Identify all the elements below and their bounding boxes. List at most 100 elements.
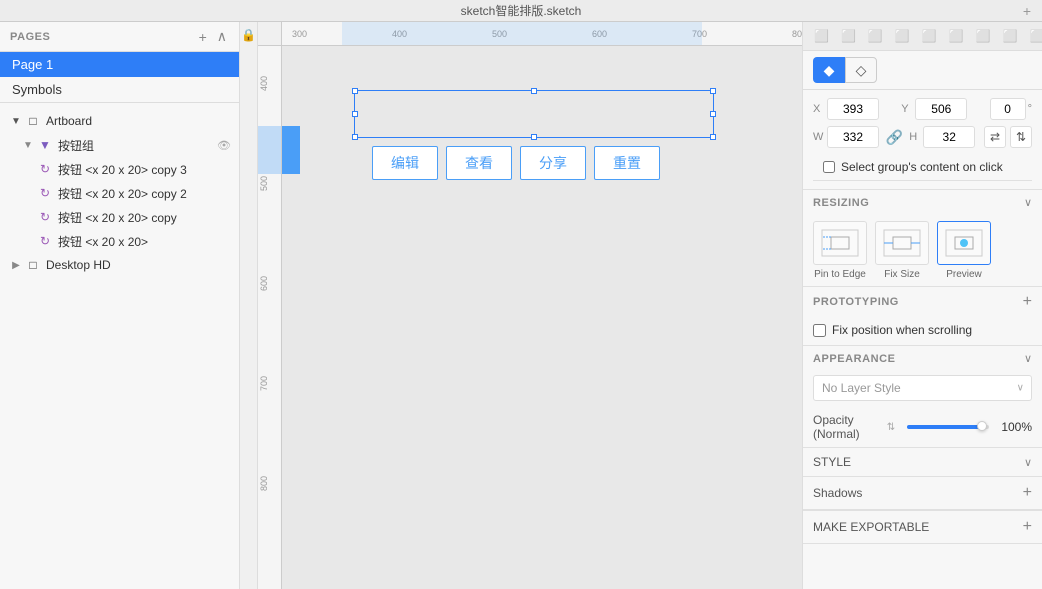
artboard-icon: □ bbox=[24, 112, 42, 130]
align-center-v-btn[interactable]: ⬜ bbox=[917, 26, 942, 46]
make-exportable-row[interactable]: MAKE EXPORTABLE + bbox=[803, 510, 1042, 544]
distribute-v-btn[interactable]: ⬜ bbox=[998, 26, 1023, 46]
handle-tl[interactable] bbox=[352, 88, 358, 94]
align-right-btn[interactable]: ⬜ bbox=[863, 26, 888, 46]
page-item-page1[interactable]: Page 1 bbox=[0, 52, 239, 77]
layer-row-btngroup[interactable]: ▼ ▼ 按钮组 👁 bbox=[0, 133, 239, 157]
make-exportable-add-icon[interactable]: + bbox=[1023, 518, 1032, 536]
preview-box[interactable] bbox=[937, 221, 991, 265]
align-center-h-btn[interactable]: ⬜ bbox=[836, 26, 861, 46]
opacity-label: Opacity (Normal) ⇅ bbox=[813, 413, 895, 441]
style-section-header[interactable]: STYLE ∨ bbox=[803, 447, 1042, 477]
fix-size-box[interactable] bbox=[875, 221, 929, 265]
pin-to-edge-option[interactable]: Pin to Edge bbox=[813, 221, 867, 280]
expand-icon[interactable]: ▶ bbox=[8, 257, 24, 273]
prototyping-add-icon[interactable]: + bbox=[1023, 293, 1032, 311]
handle-tm[interactable] bbox=[531, 88, 537, 94]
link-proportions-icon[interactable]: 🔗 bbox=[886, 129, 903, 146]
distribute-h-btn[interactable]: ⬜ bbox=[971, 26, 996, 46]
canvas-btn-view[interactable]: 查看 bbox=[446, 146, 512, 180]
handle-tr[interactable] bbox=[710, 88, 716, 94]
layer-row-btncopy3[interactable]: ↻ 按钮 <x 20 x 20> copy 3 bbox=[0, 157, 239, 181]
opacity-slider[interactable] bbox=[907, 425, 989, 429]
select-group-checkbox[interactable] bbox=[823, 161, 835, 173]
expand-icon[interactable]: ▼ bbox=[20, 137, 36, 153]
ruler-v-selection bbox=[258, 126, 281, 174]
handle-ml[interactable] bbox=[352, 111, 358, 117]
canvas-area[interactable]: 300 400 500 600 700 800 400 500 600 700 … bbox=[258, 22, 802, 589]
y-input[interactable] bbox=[915, 98, 967, 120]
layer-row-btncopy2[interactable]: ↻ 按钮 <x 20 x 20> copy 2 bbox=[0, 181, 239, 205]
style-toggle-icon[interactable]: ∨ bbox=[1024, 456, 1032, 469]
fill-style-tab[interactable]: ◆ bbox=[813, 57, 845, 83]
handle-bm[interactable] bbox=[531, 134, 537, 140]
canvas-btn-share[interactable]: 分享 bbox=[520, 146, 586, 180]
align-top-btn[interactable]: ⬜ bbox=[890, 26, 915, 46]
handle-mr[interactable] bbox=[710, 111, 716, 117]
canvas-btn-reset[interactable]: 重置 bbox=[594, 146, 660, 180]
add-page-button[interactable]: + bbox=[197, 28, 209, 45]
expand-icon[interactable]: ▼ bbox=[8, 113, 24, 129]
style-title: STYLE bbox=[813, 455, 851, 469]
border-style-tab[interactable]: ◇ bbox=[845, 57, 877, 83]
desktop-label: Desktop HD bbox=[46, 258, 231, 272]
align-bottom-btn[interactable]: ⬜ bbox=[944, 26, 969, 46]
make-exportable-title: MAKE EXPORTABLE bbox=[813, 520, 929, 534]
pages-title: PAGES bbox=[10, 31, 50, 43]
appearance-toggle-icon[interactable]: ∨ bbox=[1024, 352, 1032, 365]
pin-to-edge-label: Pin to Edge bbox=[814, 269, 866, 280]
preview-option[interactable]: Preview bbox=[937, 221, 991, 280]
opacity-row: Opacity (Normal) ⇅ 100% bbox=[803, 407, 1042, 447]
h-input[interactable] bbox=[923, 126, 975, 148]
pages-actions: + ∧ bbox=[197, 28, 229, 45]
more-btn[interactable]: ⬜ bbox=[1025, 26, 1042, 46]
ruler-v-label: 700 bbox=[259, 376, 269, 391]
fix-size-option[interactable]: Fix Size bbox=[875, 221, 929, 280]
layer-row-btn[interactable]: ↻ 按钮 <x 20 x 20> bbox=[0, 229, 239, 253]
btncopy3-label: 按钮 <x 20 x 20> copy 3 bbox=[58, 161, 231, 178]
pin-to-edge-box[interactable] bbox=[813, 221, 867, 265]
selection-overlay bbox=[354, 90, 714, 138]
artboard-label: Artboard bbox=[46, 114, 231, 128]
x-input[interactable] bbox=[827, 98, 879, 120]
canvas-btn-edit[interactable]: 编辑 bbox=[372, 146, 438, 180]
rotation-input[interactable] bbox=[990, 98, 1026, 120]
visibility-icon[interactable]: 👁 bbox=[217, 139, 231, 152]
opacity-slider-thumb[interactable] bbox=[977, 421, 987, 431]
page-item-symbols[interactable]: Symbols bbox=[0, 77, 239, 102]
component-icon: ↻ bbox=[36, 208, 54, 226]
canvas-content[interactable]: 编辑 查看 分享 重置 bbox=[282, 46, 802, 589]
left-panel: PAGES + ∧ Page 1 Symbols ▼ □ bbox=[0, 22, 240, 589]
close-icon[interactable]: + bbox=[1020, 4, 1034, 18]
layer-row-desktop[interactable]: ▶ □ Desktop HD bbox=[0, 253, 239, 277]
prototyping-section-header[interactable]: PROTOTYPING + bbox=[803, 286, 1042, 317]
h-label: H bbox=[909, 131, 921, 143]
w-input[interactable] bbox=[827, 126, 879, 148]
ruler-v-label: 800 bbox=[259, 476, 269, 491]
handle-br[interactable] bbox=[710, 134, 716, 140]
layer-row-btncopy[interactable]: ↻ 按钮 <x 20 x 20> copy bbox=[0, 205, 239, 229]
layer-style-select[interactable]: No Layer Style bbox=[813, 375, 1032, 401]
fix-position-checkbox[interactable] bbox=[813, 324, 826, 337]
layer-row-artboard[interactable]: ▼ □ Artboard bbox=[0, 109, 239, 133]
folder-icon: ▼ bbox=[36, 136, 54, 154]
shadows-row[interactable]: Shadows + bbox=[803, 477, 1042, 510]
align-left-btn[interactable]: ⬜ bbox=[809, 26, 834, 46]
position-section: X Y ° W bbox=[803, 90, 1042, 190]
collapse-pages-button[interactable]: ∧ bbox=[215, 28, 229, 45]
shadows-add-icon[interactable]: + bbox=[1023, 484, 1032, 502]
rotation-group: ° bbox=[990, 98, 1032, 120]
flip-v-btn[interactable]: ⇅ bbox=[1010, 126, 1032, 148]
appearance-section-header[interactable]: APPEARANCE ∨ bbox=[803, 345, 1042, 371]
shadows-label: Shadows bbox=[813, 486, 862, 500]
flip-h-btn[interactable]: ⇄ bbox=[984, 126, 1006, 148]
ruler-horizontal: 300 400 500 600 700 800 bbox=[282, 22, 802, 46]
handle-bl[interactable] bbox=[352, 134, 358, 140]
page-list: Page 1 Symbols bbox=[0, 52, 239, 103]
opacity-adjust-icon[interactable]: ⇅ bbox=[887, 422, 895, 433]
ruler-selection-highlight bbox=[342, 22, 702, 45]
ruler-v-label: 600 bbox=[259, 276, 269, 291]
resizing-toggle-icon[interactable]: ∨ bbox=[1024, 196, 1032, 209]
resizing-section-header[interactable]: RESIZING ∨ bbox=[803, 190, 1042, 215]
layer-style-wrapper[interactable]: No Layer Style ∨ bbox=[813, 375, 1032, 401]
